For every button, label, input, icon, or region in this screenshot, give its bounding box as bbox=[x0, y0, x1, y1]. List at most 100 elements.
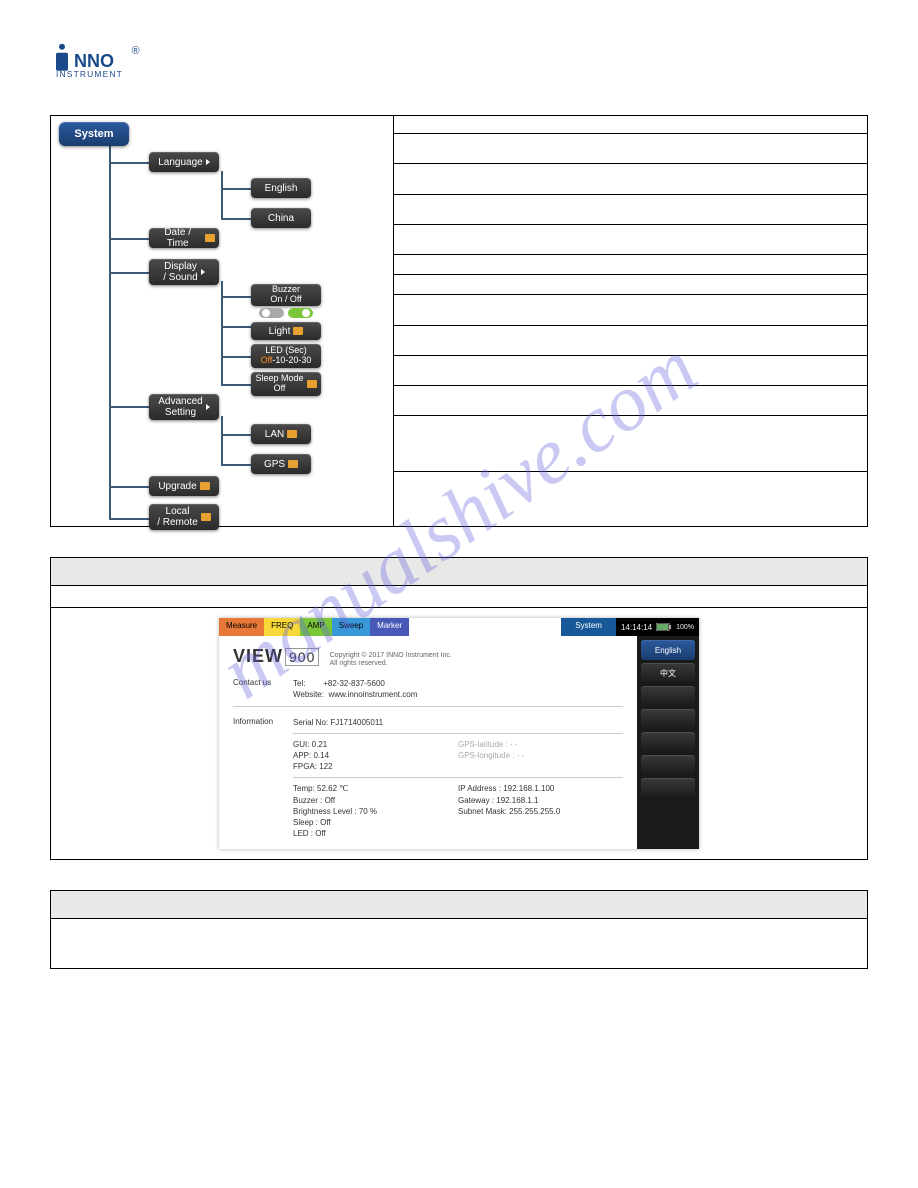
menu-tree-diagram: System Language English China Date / Tim… bbox=[51, 116, 393, 526]
node-advanced: Advanced Setting bbox=[149, 394, 219, 420]
node-china: China bbox=[251, 208, 311, 228]
gui-value: GUI: 0.21 bbox=[293, 739, 458, 750]
led-value: LED : Off bbox=[293, 828, 458, 839]
web-label: Website: bbox=[293, 690, 324, 699]
desc-cell bbox=[394, 471, 868, 526]
side-btn-chinese[interactable]: 中文 bbox=[641, 663, 695, 683]
tab-amp[interactable]: AMP bbox=[300, 618, 331, 636]
label: Date / Time bbox=[153, 227, 202, 249]
serial-value: Serial No: FJ1714005011 bbox=[293, 717, 623, 728]
node-english: English bbox=[251, 178, 311, 198]
label: Advanced Setting bbox=[158, 396, 202, 418]
table-row bbox=[51, 919, 868, 969]
node-upgrade: Upgrade bbox=[149, 476, 219, 496]
table-header bbox=[51, 558, 868, 586]
side-btn-empty[interactable] bbox=[641, 709, 695, 729]
desc-cell bbox=[394, 116, 868, 134]
side-btn-english[interactable]: English bbox=[641, 640, 695, 660]
folder-icon bbox=[287, 430, 297, 438]
svg-text:INSTRUMENT: INSTRUMENT bbox=[56, 69, 123, 79]
status-clock: 14:14:14 100% bbox=[616, 618, 699, 636]
label: LAN bbox=[265, 429, 284, 440]
tab-measure[interactable]: Measure bbox=[219, 618, 264, 636]
label: GPS bbox=[264, 459, 285, 470]
side-btn-empty[interactable] bbox=[641, 755, 695, 775]
tel-value: +82-32-837-5600 bbox=[323, 679, 385, 688]
battery-text: 100% bbox=[676, 624, 694, 631]
screenshot-table: Measure FREQ AMP Sweep Marker System 14:… bbox=[50, 557, 868, 860]
buzzer-value: Buzzer : Off bbox=[293, 795, 458, 806]
desc-cell bbox=[394, 295, 868, 325]
mask-value: Subnet Mask: 255.255.255.0 bbox=[458, 806, 623, 817]
system-diagram-table: System Language English China Date / Tim… bbox=[50, 115, 868, 527]
node-light: Light bbox=[251, 322, 321, 340]
node-led: LED (Sec)Off-10-20-30 bbox=[251, 344, 321, 368]
folder-icon bbox=[288, 460, 298, 468]
view-logo: VIEW900 bbox=[233, 646, 319, 666]
svg-text:NNO: NNO bbox=[74, 51, 114, 71]
brightness-value: Brightness Level : 70 % bbox=[293, 806, 458, 817]
side-btn-empty[interactable] bbox=[641, 778, 695, 798]
info-panel: VIEW900 Copyright © 2017 INNO Instrument… bbox=[219, 636, 637, 849]
label: Light bbox=[269, 326, 291, 337]
tab-sweep[interactable]: Sweep bbox=[332, 618, 370, 636]
table-title-row bbox=[51, 586, 868, 608]
label: Sleep Mode Off bbox=[255, 374, 303, 394]
node-lan: LAN bbox=[251, 424, 311, 444]
time-text: 14:14:14 bbox=[621, 623, 652, 632]
side-btn-empty[interactable] bbox=[641, 686, 695, 706]
node-language: Language bbox=[149, 152, 219, 172]
screenshot-cell: Measure FREQ AMP Sweep Marker System 14:… bbox=[51, 608, 868, 860]
label: Language bbox=[158, 157, 203, 168]
side-btn-empty[interactable] bbox=[641, 732, 695, 752]
side-panel: English 中文 bbox=[637, 636, 699, 849]
ip-value: IP Address : 192.168.1.100 bbox=[458, 783, 623, 794]
node-datetime: Date / Time bbox=[149, 228, 219, 248]
node-system: System bbox=[59, 122, 129, 146]
arrow-icon bbox=[206, 404, 210, 410]
label: Local / Remote bbox=[157, 506, 198, 528]
arrow-icon bbox=[201, 269, 205, 275]
node-display: Display / Sound bbox=[149, 259, 219, 285]
gps-lat: GPS-latitude : - - bbox=[458, 739, 623, 750]
toggle-icon bbox=[259, 306, 313, 320]
tel-label: Tel: bbox=[293, 679, 305, 688]
folder-icon bbox=[293, 327, 303, 335]
battery-icon bbox=[656, 623, 672, 631]
tab-freq[interactable]: FREQ bbox=[264, 618, 300, 636]
arrow-icon bbox=[206, 159, 210, 165]
desc-cell bbox=[394, 385, 868, 415]
desc-cell bbox=[394, 416, 868, 471]
folder-icon bbox=[205, 234, 215, 242]
model-badge: 900 bbox=[285, 648, 319, 666]
contact-label: Contact us bbox=[233, 678, 293, 700]
brand-logo: NNO ® INSTRUMENT bbox=[50, 40, 868, 85]
table-header bbox=[51, 891, 868, 919]
tab-system[interactable]: System bbox=[561, 618, 616, 636]
folder-icon bbox=[307, 380, 317, 388]
app-value: APP: 0.14 bbox=[293, 750, 458, 761]
web-value: www.innoinstrument.com bbox=[328, 690, 417, 699]
label: Display / Sound bbox=[163, 261, 197, 283]
desc-cell bbox=[394, 134, 868, 164]
gateway-value: Gateway : 192.168.1.1 bbox=[458, 795, 623, 806]
info-label: Information bbox=[233, 717, 293, 840]
off-label: Off bbox=[261, 355, 273, 365]
desc-cell bbox=[394, 325, 868, 355]
device-screenshot: Measure FREQ AMP Sweep Marker System 14:… bbox=[219, 618, 699, 849]
tab-marker[interactable]: Marker bbox=[370, 618, 409, 636]
fpga-value: FPGA: 122 bbox=[293, 761, 458, 772]
sleep-value: Sleep : Off bbox=[293, 817, 458, 828]
tab-bar: Measure FREQ AMP Sweep Marker System 14:… bbox=[219, 618, 699, 636]
gps-lon: GPS-longitude : - - bbox=[458, 750, 623, 761]
node-gps: GPS bbox=[251, 454, 311, 474]
label: Upgrade bbox=[158, 481, 196, 492]
desc-cell bbox=[394, 255, 868, 275]
desc-cell bbox=[394, 275, 868, 295]
node-sleep: Sleep Mode Off bbox=[251, 372, 321, 396]
folder-icon bbox=[201, 513, 211, 521]
desc-cell bbox=[394, 355, 868, 385]
node-local: Local / Remote bbox=[149, 504, 219, 530]
svg-text:®: ® bbox=[132, 45, 140, 57]
temp-value: Temp: 52.62 ℃ bbox=[293, 783, 458, 794]
